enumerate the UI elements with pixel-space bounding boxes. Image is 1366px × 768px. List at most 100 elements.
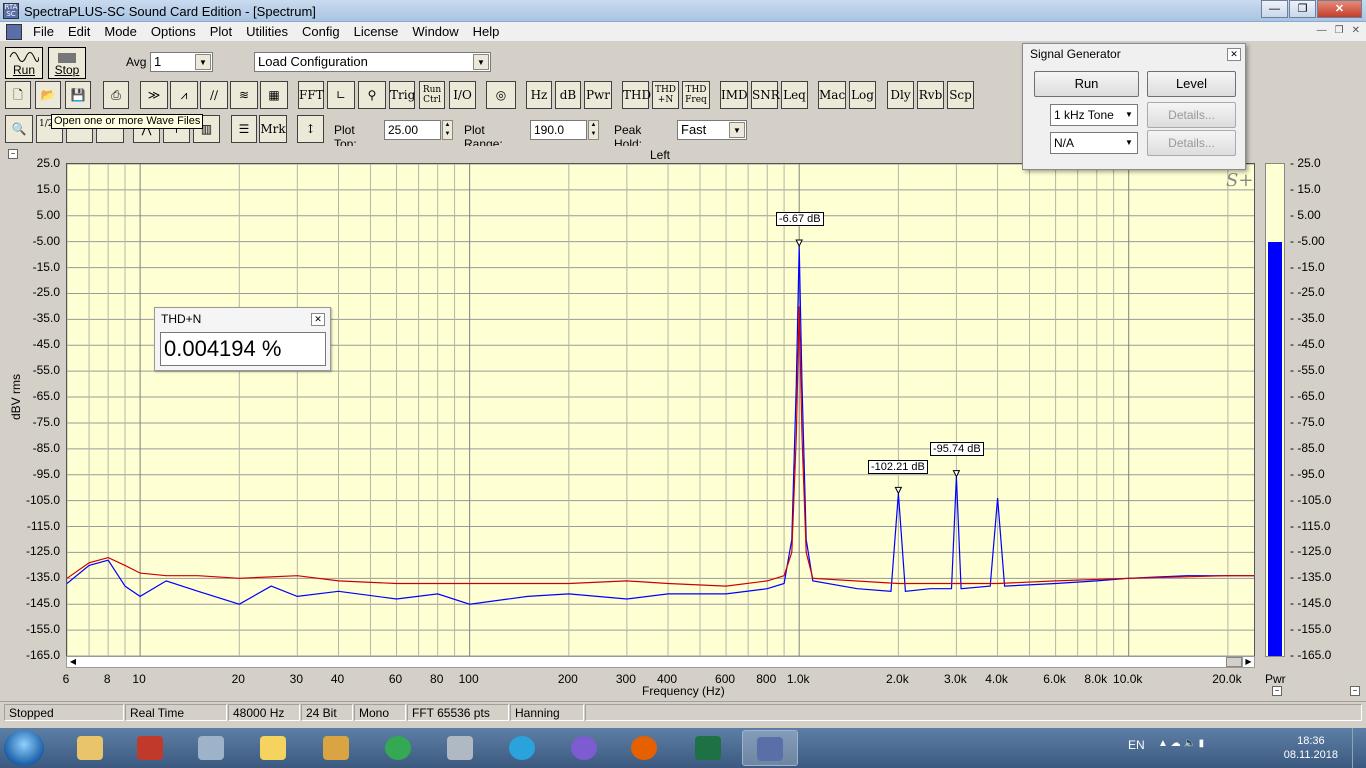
marker-fundamental[interactable]: -6.67 dB xyxy=(776,212,824,226)
plot-top-spinner[interactable]: ▲ ▼ xyxy=(442,120,453,140)
pwr-button[interactable]: Pwr xyxy=(584,81,612,109)
excel-icon[interactable] xyxy=(680,730,736,766)
status-mode: Real Time xyxy=(125,704,227,721)
calculator-icon[interactable] xyxy=(183,730,239,766)
explorer-icon[interactable] xyxy=(62,730,118,766)
channel-select[interactable]: N/A ▼ xyxy=(1050,132,1138,154)
snr-button[interactable]: SNR xyxy=(751,81,780,109)
minimize-button[interactable]: — xyxy=(1261,0,1288,18)
waterfall-icon[interactable]: ≋ xyxy=(230,81,258,109)
vertical-scale-icon[interactable]: ↕ xyxy=(297,115,324,143)
paint-icon[interactable] xyxy=(308,730,364,766)
run-ctrl-button[interactable]: Run Ctrl xyxy=(419,81,445,109)
spectraplus-icon[interactable] xyxy=(742,730,798,766)
firefox-icon[interactable] xyxy=(616,730,672,766)
details-button-1[interactable]: Details... xyxy=(1147,102,1236,128)
mail-icon[interactable] xyxy=(245,730,301,766)
print-icon[interactable]: ⎙ xyxy=(103,81,129,109)
thd-freq-button[interactable]: THD Freq xyxy=(682,81,710,109)
stop-button[interactable]: Stop xyxy=(48,47,86,79)
mdi-restore-button[interactable]: ❐ xyxy=(1335,25,1344,36)
meter-collapse-icon[interactable]: − xyxy=(1272,686,1282,696)
x-tick-label: 80 xyxy=(430,672,444,686)
ramp-icon[interactable]: ∕∕ xyxy=(200,81,228,109)
y-tick-label: -95.0 xyxy=(32,466,60,481)
mac-button[interactable]: Mac xyxy=(818,81,846,109)
hz-button[interactable]: Hz xyxy=(526,81,552,109)
menu-mode[interactable]: Mode xyxy=(97,24,144,39)
menu-edit[interactable]: Edit xyxy=(61,24,97,39)
avg-select[interactable]: 1 ▼ xyxy=(150,52,213,72)
close-icon[interactable]: ✕ xyxy=(311,313,325,326)
dly-button[interactable]: Dly xyxy=(887,81,914,109)
tool-icon[interactable] xyxy=(432,730,488,766)
generator-icon[interactable]: ◎ xyxy=(486,81,516,109)
log-button[interactable]: Log xyxy=(849,81,876,109)
thd-button[interactable]: THD xyxy=(622,81,651,109)
leq-button[interactable]: Leq xyxy=(781,81,808,109)
menu-window[interactable]: Window xyxy=(405,24,465,39)
marker-3rd-harmonic[interactable]: -95.74 dB xyxy=(930,442,984,456)
axis-icon[interactable]: ∟ xyxy=(327,81,355,109)
menu-config[interactable]: Config xyxy=(295,24,347,39)
close-icon[interactable]: ✕ xyxy=(1227,48,1241,61)
menu-help[interactable]: Help xyxy=(466,24,507,39)
magnifier-icon[interactable]: 🔍 xyxy=(5,115,33,143)
close-button[interactable]: ✕ xyxy=(1317,0,1362,18)
menu-plot[interactable]: Plot xyxy=(203,24,239,39)
io-button[interactable]: I/O xyxy=(449,81,476,109)
tone-select[interactable]: 1 kHz Tone ▼ xyxy=(1050,104,1138,126)
document-icon[interactable] xyxy=(6,23,22,40)
save-icon[interactable]: 💾 xyxy=(65,81,91,109)
maximize-button[interactable]: ❐ xyxy=(1289,0,1316,18)
plot-range-spinner[interactable]: ▲ ▼ xyxy=(588,120,599,140)
config-select[interactable]: Load Configuration ▼ xyxy=(254,52,491,72)
language-indicator[interactable]: EN xyxy=(1128,738,1145,752)
marker-2nd-harmonic[interactable]: -102.21 dB xyxy=(868,460,928,474)
horizontal-scrollbar[interactable]: ◀ ▶ xyxy=(66,656,1255,668)
start-button[interactable] xyxy=(4,730,44,766)
fft-button[interactable]: FFT xyxy=(298,81,324,109)
plot-range-input[interactable]: 190.0 xyxy=(530,120,587,140)
window-collapse-icon[interactable]: − xyxy=(1350,686,1360,696)
generator-run-button[interactable]: Run xyxy=(1034,71,1139,97)
thdn-button[interactable]: THD +N xyxy=(652,81,679,109)
scroll-left-icon[interactable]: ◀ xyxy=(67,657,79,667)
menu-license[interactable]: License xyxy=(347,24,406,39)
open-file-icon[interactable]: 📂 xyxy=(35,81,61,109)
scroll-thumb[interactable] xyxy=(1226,657,1242,667)
viber-icon[interactable] xyxy=(556,730,612,766)
fast-forward-icon[interactable]: ≫ xyxy=(140,81,168,109)
show-desktop-button[interactable] xyxy=(1352,728,1366,768)
run-button[interactable]: Run xyxy=(5,47,43,79)
generator-level-button[interactable]: Level xyxy=(1147,71,1236,97)
imd-button[interactable]: IMD xyxy=(720,81,748,109)
new-file-icon[interactable]: 🗋 xyxy=(5,81,31,109)
trigger-icon[interactable]: ⚲ xyxy=(358,81,386,109)
db-button[interactable]: dB xyxy=(555,81,581,109)
spectrogram-icon[interactable]: ▦ xyxy=(260,81,288,109)
peak-hold-select[interactable]: Fast ▼ xyxy=(677,120,747,140)
app-icon[interactable]: RTA SC xyxy=(3,3,19,19)
clock[interactable]: 18:36 08.11.2018 xyxy=(1284,734,1338,762)
spectrum-icon[interactable]: ⩘ xyxy=(170,81,198,109)
menu-options[interactable]: Options xyxy=(144,24,203,39)
mdi-close-button[interactable]: ✕ xyxy=(1352,25,1360,36)
mdi-controls: — ❐ ✕ xyxy=(1317,25,1360,36)
menu-utilities[interactable]: Utilities xyxy=(239,24,295,39)
mdi-minimize-button[interactable]: — xyxy=(1317,25,1327,36)
menu-file[interactable]: File xyxy=(26,24,61,39)
scp-button[interactable]: Scp xyxy=(947,81,974,109)
chrome-icon[interactable] xyxy=(370,730,426,766)
scroll-right-icon[interactable]: ▶ xyxy=(1242,657,1254,667)
telegram-icon[interactable] xyxy=(494,730,550,766)
mrk-button[interactable]: Mrk xyxy=(259,115,287,143)
table-icon[interactable]: ☰ xyxy=(231,115,257,143)
details-button-2[interactable]: Details... xyxy=(1147,130,1236,156)
plot-top-input[interactable]: 25.00 xyxy=(384,120,441,140)
spectrum-plot[interactable]: S+ xyxy=(66,163,1255,657)
tray-icons[interactable]: ▲ ☁ 🔈 ▮ xyxy=(1158,738,1204,749)
app-icon-red[interactable] xyxy=(122,730,178,766)
trig-button[interactable]: Trig xyxy=(389,81,415,109)
rvb-button[interactable]: Rvb xyxy=(917,81,944,109)
